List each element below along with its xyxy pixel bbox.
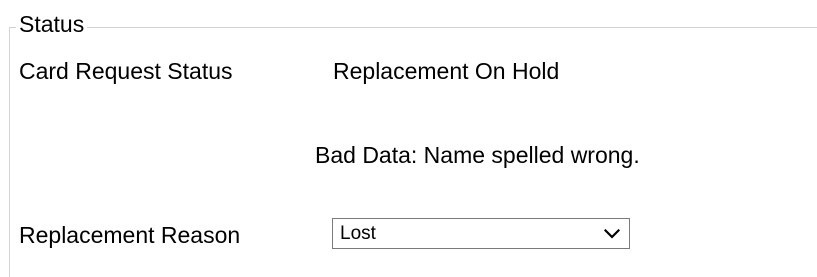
card-request-status-label: Card Request Status xyxy=(19,58,233,84)
status-group-legend: Status xyxy=(16,9,88,39)
status-detail-text: Bad Data: Name spelled wrong. xyxy=(315,142,640,168)
status-panel: Status Card Request Status Replacement O… xyxy=(0,0,817,277)
chevron-down-icon[interactable] xyxy=(595,219,629,248)
replacement-reason-label: Replacement Reason xyxy=(19,222,241,248)
card-request-status-value: Replacement On Hold xyxy=(333,58,560,84)
replacement-reason-selected-value: Lost xyxy=(340,223,376,244)
replacement-reason-select[interactable]: Lost xyxy=(332,218,630,249)
